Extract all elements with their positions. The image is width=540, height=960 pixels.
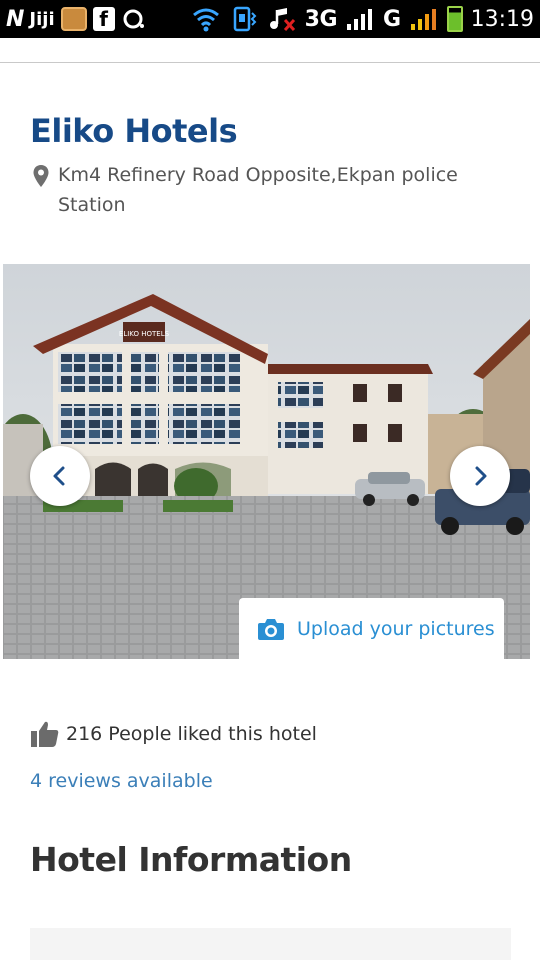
clock: 13:19 (470, 6, 534, 32)
chevron-left-icon (53, 466, 65, 486)
thumbs-up-icon (31, 721, 59, 747)
hotel-information-heading: Hotel Information (30, 840, 352, 879)
toolbar-divider (0, 62, 540, 63)
network-3g-label: 3G (304, 6, 338, 32)
likes-count-text: 216 People liked this hotel (66, 723, 317, 745)
wifi-icon (191, 5, 221, 33)
likes-row: 216 People liked this hotel (30, 720, 317, 748)
chevron-right-icon (475, 466, 487, 486)
hotel-title: Eliko Hotels (30, 112, 238, 150)
gallery-next-button[interactable] (450, 446, 510, 506)
photo-gallery[interactable]: ELIKO HOTELS Upload your pictures (3, 264, 530, 659)
status-left-icons: N Jiji f (6, 5, 145, 33)
hotel-address: Km4 Refinery Road Opposite,Ekpan police … (32, 160, 472, 220)
bag-app-icon (60, 7, 87, 31)
signal-3g-icon (345, 5, 375, 33)
n-app-icon: N (6, 6, 24, 32)
address-text: Km4 Refinery Road Opposite,Ekpan police … (58, 164, 458, 216)
facebook-icon: f (92, 7, 115, 31)
opera-icon (121, 5, 145, 33)
upload-pictures-label: Upload your pictures (297, 618, 495, 640)
battery-icon (446, 6, 463, 32)
hotel-information-card (30, 928, 511, 960)
jiji-app-icon: Jiji (29, 8, 55, 30)
gallery-prev-button[interactable] (30, 446, 90, 506)
signal-g-icon (409, 5, 439, 33)
hotel-sign: ELIKO HOTELS (119, 330, 170, 338)
network-g-label: G (383, 6, 401, 32)
reviews-link[interactable]: 4 reviews available (30, 770, 213, 792)
status-right-icons: 3G G 13:19 (191, 5, 534, 33)
camera-icon (258, 619, 284, 640)
vibrate-icon (229, 5, 259, 33)
location-pin-icon (32, 164, 52, 192)
status-bar: N Jiji f 3G G 13:19 (0, 0, 540, 38)
upload-pictures-button[interactable]: Upload your pictures (239, 598, 504, 659)
music-muted-icon (267, 5, 297, 33)
